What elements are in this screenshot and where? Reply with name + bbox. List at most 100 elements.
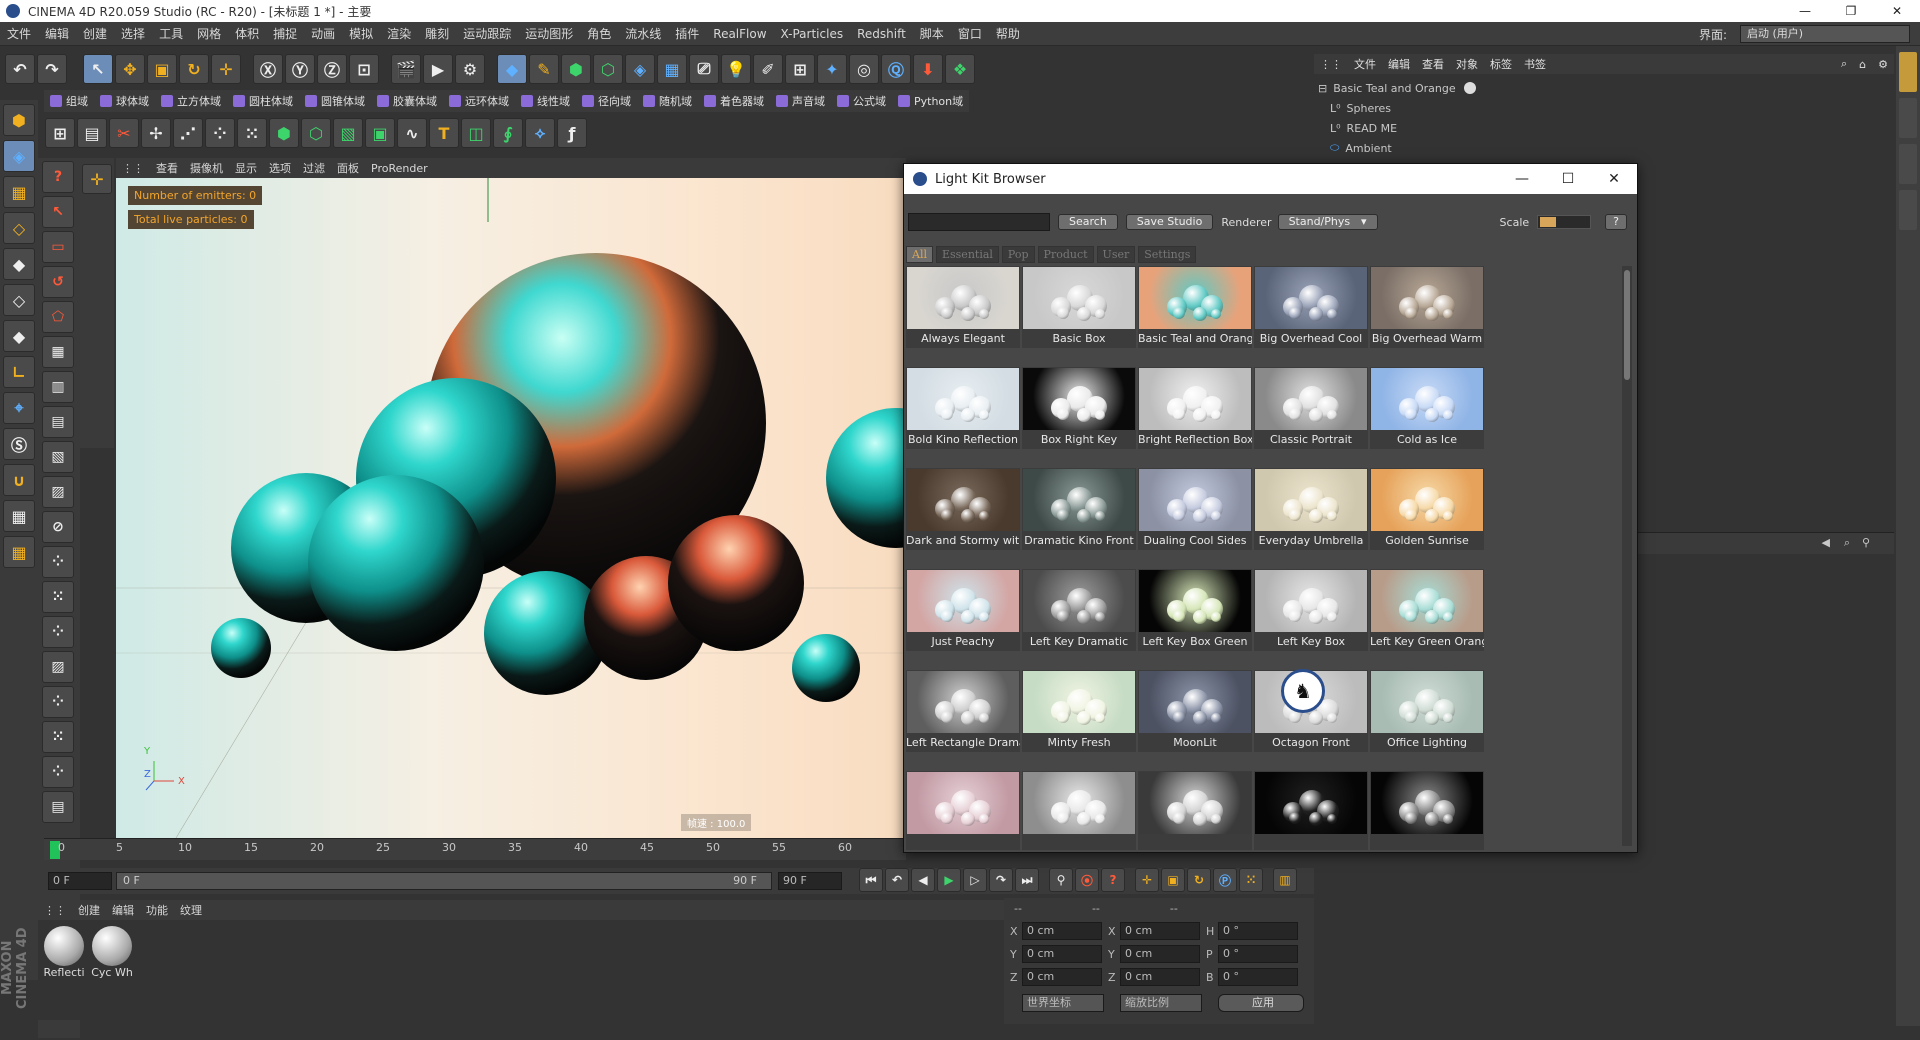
model-mode-icon[interactable]: ◈	[3, 140, 35, 172]
viewport-solo-icon[interactable]: ⊞	[45, 118, 75, 148]
polygons-icon[interactable]: ⬢	[269, 118, 299, 148]
menu-snap[interactable]: 捕捉	[266, 25, 304, 42]
menu-select[interactable]: 选择	[114, 25, 152, 42]
undo-icon[interactable]: ↶	[5, 54, 35, 84]
light-icon[interactable]: 💡	[721, 54, 751, 84]
download-icon[interactable]: ⬇	[913, 54, 943, 84]
deselect-all-icon[interactable]: ⁙	[42, 721, 74, 753]
next-key-icon[interactable]: ↷	[989, 868, 1013, 892]
unhide-icon[interactable]: ⁙	[42, 581, 74, 613]
preset-tile[interactable]: Everyday Umbrella	[1254, 468, 1368, 550]
loop-selection-icon[interactable]: ▦	[42, 336, 74, 368]
preset-tile[interactable]: Dualing Cool Sides	[1138, 468, 1252, 550]
preset-tile[interactable]: Just Peachy	[906, 569, 1020, 651]
select-all-icon[interactable]: ⁘	[42, 686, 74, 718]
preset-tile[interactable]: Left Key Box	[1254, 569, 1368, 651]
apply-button[interactable]: 应用	[1218, 994, 1304, 1012]
start-frame-field[interactable]: 0 F	[48, 872, 112, 890]
edge-mode-icon[interactable]: ◇	[3, 284, 35, 316]
viewport-menu-panel[interactable]: 面板	[331, 160, 365, 176]
timeline-icon[interactable]: ▥	[1273, 868, 1297, 892]
qr-icon[interactable]: Ⓠ	[881, 54, 911, 84]
rotate-icon[interactable]: ↻	[179, 54, 209, 84]
preset-tile[interactable]: Big Overhead Cool	[1254, 266, 1368, 348]
ring-selection-icon[interactable]: ▥	[42, 371, 74, 403]
object-menu-view[interactable]: 查看	[1416, 56, 1450, 72]
invert-selection-icon[interactable]: ⊘	[42, 511, 74, 543]
object-row-ambient[interactable]: ⬭ Ambient	[1330, 138, 1392, 158]
preset-tile[interactable]: Office Lighting	[1370, 670, 1484, 752]
extrude-icon[interactable]: ◫	[461, 118, 491, 148]
material-reflection[interactable]: Reflecti	[42, 926, 86, 984]
group-field-item[interactable]: 组域	[44, 93, 94, 109]
save-studio-button[interactable]: Save Studio	[1125, 214, 1214, 230]
menu-file[interactable]: 文件	[0, 25, 38, 42]
play-icon[interactable]: ▶	[937, 868, 961, 892]
tab-essential[interactable]: Essential	[935, 246, 999, 263]
key-position-icon[interactable]: ✛	[1135, 868, 1159, 892]
preset-tile[interactable]: Classic Portrait	[1254, 367, 1368, 449]
texture-mode-icon[interactable]: ▦	[3, 176, 35, 208]
points-icon[interactable]: ⁘	[205, 118, 235, 148]
recent-tool-icon[interactable]: ✛	[211, 54, 241, 84]
script-icon[interactable]: ✐	[753, 54, 783, 84]
renderer-select[interactable]: Stand/Phys ▾	[1277, 214, 1378, 230]
point-mode-icon[interactable]: ◆	[3, 248, 35, 280]
object-menu-bookmarks[interactable]: 书签	[1518, 56, 1552, 72]
lightkit-icon[interactable]: ✦	[817, 54, 847, 84]
help-icon[interactable]: ?	[42, 161, 74, 193]
menu-script[interactable]: 脚本	[913, 25, 951, 42]
cylinder-field-item[interactable]: 圆柱体域	[227, 93, 299, 109]
redo-icon[interactable]: ↷	[37, 54, 67, 84]
viewport-menu-view[interactable]: 查看	[150, 160, 184, 176]
tab-pop[interactable]: Pop	[1001, 246, 1035, 263]
key-parameter-icon[interactable]: Ⓟ	[1213, 868, 1237, 892]
x-axis-icon[interactable]: Ⓧ	[253, 54, 283, 84]
key-pla-icon[interactable]: ⁙	[1239, 868, 1263, 892]
cone-field-item[interactable]: 圆锥体域	[299, 93, 371, 109]
render-to-picture-viewer-icon[interactable]: ▶	[423, 54, 453, 84]
object-menu-grip-icon[interactable]: ⋮⋮	[1314, 58, 1348, 71]
menu-edit[interactable]: 编辑	[38, 25, 76, 42]
viewport-menu-icon[interactable]: ⋮⋮	[116, 162, 150, 175]
previous-frame-icon[interactable]: ◀	[911, 868, 935, 892]
preset-tile[interactable]: Box Right Key	[1022, 367, 1136, 449]
restore-button[interactable]: ❐	[1828, 0, 1874, 22]
position-y-field[interactable]: 0 cm	[1022, 945, 1102, 963]
menu-realflow[interactable]: RealFlow	[706, 27, 773, 41]
material-menu-create[interactable]: 创建	[72, 902, 106, 918]
keyframe-selection-icon[interactable]: ⚲	[1049, 868, 1073, 892]
viewport-menu-cameras[interactable]: 摄像机	[184, 160, 229, 176]
material-menu-function[interactable]: 功能	[140, 902, 174, 918]
snap-settings-icon[interactable]: ⋰	[173, 118, 203, 148]
menu-animate[interactable]: 动画	[304, 25, 342, 42]
shrink-selection-icon[interactable]: ▨	[42, 476, 74, 508]
menu-motion-tracking[interactable]: 运动跟踪	[456, 25, 518, 42]
preset-tile[interactable]	[906, 771, 1020, 850]
linear-field-item[interactable]: 线性域	[515, 93, 576, 109]
scale-slider-handle[interactable]	[1540, 217, 1557, 227]
menu-sculpt[interactable]: 雕刻	[418, 25, 456, 42]
menu-create[interactable]: 创建	[76, 25, 114, 42]
y-axis-icon[interactable]: Ⓨ	[285, 54, 315, 84]
timeline[interactable]: 0 5 10 15 20 25 30 35 40 45 50 55 60	[44, 838, 906, 860]
planar-workplane-icon[interactable]: ▦	[3, 536, 35, 568]
viewport-grid-icon[interactable]: ▤	[77, 118, 107, 148]
rectangle-selection-icon[interactable]: ▭	[42, 231, 74, 263]
torus-field-item[interactable]: 远环体域	[443, 93, 515, 109]
viewport-menu-prorender[interactable]: ProRender	[365, 162, 434, 175]
menu-pipeline[interactable]: 流水线	[618, 25, 668, 42]
selection-filter-icon[interactable]: ▤	[42, 791, 74, 823]
viewport-menu-filter[interactable]: 过滤	[297, 160, 331, 176]
sound-field-item[interactable]: 声音域	[770, 93, 831, 109]
grow-selection-icon[interactable]: ▧	[42, 441, 74, 473]
object-menu-tags[interactable]: 标签	[1484, 56, 1518, 72]
tab-objects[interactable]	[1899, 52, 1917, 92]
locked-workplane-icon[interactable]: ▦	[3, 500, 35, 532]
box-field-item[interactable]: 立方体域	[155, 93, 227, 109]
preset-scrollbar[interactable]	[1622, 266, 1632, 846]
brush-icon[interactable]: ✢	[141, 118, 171, 148]
preset-tile[interactable]	[1022, 771, 1136, 850]
magnet-icon[interactable]: ∪	[3, 464, 35, 496]
live-selection-icon[interactable]: ↖	[83, 54, 113, 84]
